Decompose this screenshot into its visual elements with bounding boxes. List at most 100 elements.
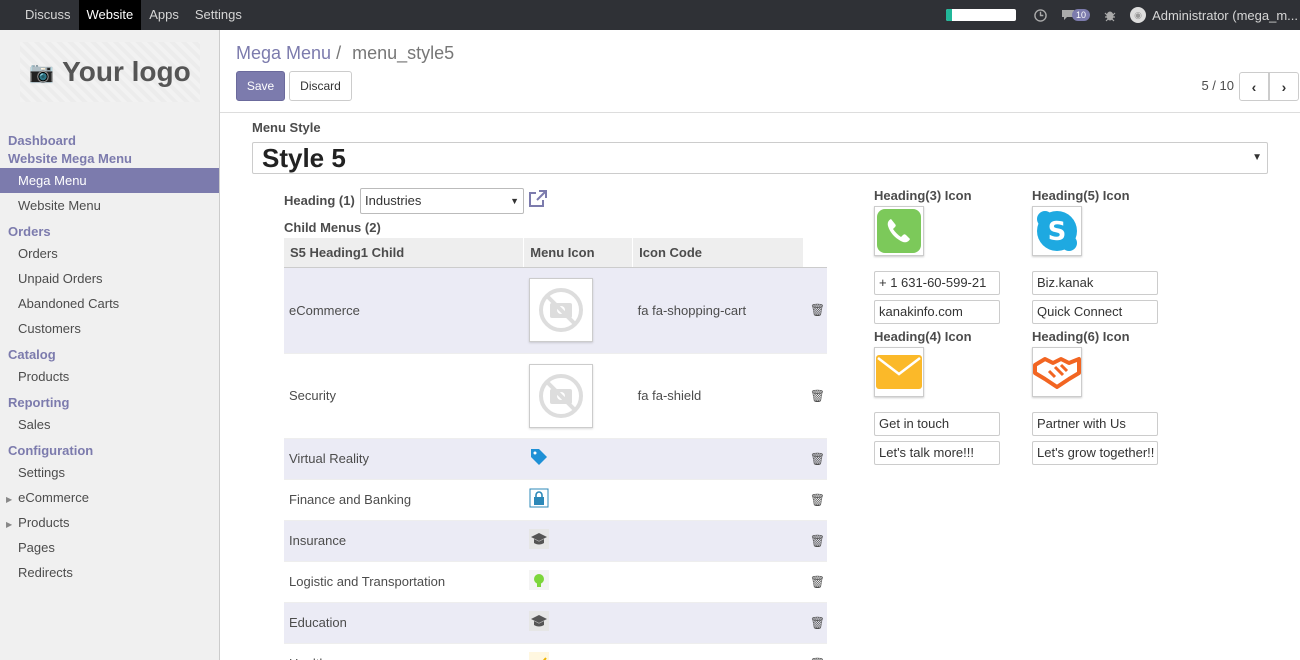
sidebar-item-sales[interactable]: Sales <box>0 412 219 437</box>
sidebar-item-abandoned-carts[interactable]: Abandoned Carts <box>0 291 219 316</box>
avatar[interactable]: ◉ <box>1130 7 1147 23</box>
lock-icon <box>529 488 549 508</box>
sidebar-item-settings[interactable]: Settings <box>0 460 219 485</box>
menu-settings[interactable]: Settings <box>187 0 250 30</box>
heading3-phone-field[interactable]: + 1 631-60-599-21 <box>874 271 1000 295</box>
sidebar-head-website-mega-menu[interactable]: Website Mega Menu <box>0 150 219 168</box>
discard-button[interactable]: Discard <box>289 71 352 101</box>
row-name: Education <box>284 602 524 644</box>
menu-website[interactable]: Website <box>78 0 142 30</box>
sidebar-item-config-products[interactable]: ▶ Products <box>0 510 219 535</box>
breadcrumb-parent[interactable]: Mega Menu <box>236 43 331 63</box>
handshake-icon[interactable] <box>1032 347 1082 397</box>
column-header-actions <box>803 238 828 268</box>
row-name: Finance and Banking <box>284 479 524 521</box>
heading4-icon-label: Heading(4) Icon <box>874 329 972 344</box>
pager-next-button[interactable]: › <box>1269 72 1299 101</box>
onboarding-progress[interactable] <box>946 9 1017 21</box>
trash-icon[interactable]: 🗑 <box>803 267 827 354</box>
row-icon-code: fa fa-shield <box>632 353 804 439</box>
heading6-partner-field[interactable]: Partner with Us <box>1032 412 1158 436</box>
form-view: Menu Style Style 5 ▼ Heading (1) Industr… <box>220 113 1300 660</box>
heading5-quick-connect-field[interactable]: Quick Connect <box>1032 300 1158 324</box>
sidebar-item-products[interactable]: Products <box>0 364 219 389</box>
heading3-website-field[interactable]: kanakinfo.com <box>874 300 1000 324</box>
chat-count-badge: 10 <box>1072 9 1091 21</box>
sidebar-item-unpaid-orders[interactable]: Unpaid Orders <box>0 266 219 291</box>
table-row[interactable]: Insurance 🗑 <box>284 520 827 562</box>
sidebar-item-ecommerce[interactable]: ▶ eCommerce <box>0 485 219 510</box>
chat-icon[interactable]: 10 <box>1061 9 1091 21</box>
chart-icon <box>528 652 549 660</box>
menu-style-select[interactable]: Style 5 ▼ <box>252 142 1268 174</box>
trash-icon[interactable]: 🗑 <box>803 643 827 660</box>
trash-icon[interactable]: 🗑 <box>803 479 827 521</box>
column-header-icon-code[interactable]: Icon Code <box>632 238 804 268</box>
sidebar-head-catalog[interactable]: Catalog <box>0 346 219 364</box>
table-row[interactable]: Healthcare 🗑 <box>284 643 827 660</box>
sidebar-head-orders[interactable]: Orders <box>0 223 219 241</box>
row-icon-code <box>632 602 804 644</box>
sidebar-item-orders[interactable]: Orders <box>0 241 219 266</box>
menu-discuss[interactable]: Discuss <box>17 0 79 30</box>
sidebar-item-website-menu[interactable]: Website Menu <box>0 193 219 218</box>
column-header-menu-icon[interactable]: Menu Icon <box>523 238 634 268</box>
row-name: Security <box>284 353 524 439</box>
top-navbar: Discuss Website Apps Settings 10 ◉ Admin… <box>0 0 1300 30</box>
row-name: Healthcare <box>284 643 524 660</box>
table-row[interactable]: Security fa fa-shield 🗑 <box>284 353 827 439</box>
lightbulb-icon <box>528 570 549 590</box>
menu-style-label: Menu Style <box>252 120 321 135</box>
menu-style-value: Style 5 <box>262 143 346 173</box>
trash-icon[interactable]: 🗑 <box>803 561 827 603</box>
clock-icon[interactable] <box>1034 8 1047 22</box>
save-button[interactable]: Save <box>236 71 285 101</box>
trash-icon[interactable]: 🗑 <box>803 520 827 562</box>
camera-icon: 📷 <box>29 61 55 84</box>
heading4-get-in-touch-field[interactable]: Get in touch <box>874 412 1000 436</box>
pager-previous-button[interactable]: ‹ <box>1239 72 1269 101</box>
sidebar-item-mega-menu[interactable]: Mega Menu <box>0 168 219 193</box>
table-row[interactable]: Virtual Reality 🗑 <box>284 438 827 480</box>
bug-icon[interactable] <box>1104 9 1116 22</box>
heading5-skype-field[interactable]: Biz.kanak <box>1032 271 1158 295</box>
sidebar-head-reporting[interactable]: Reporting <box>0 394 219 412</box>
row-icon-code <box>632 520 804 562</box>
sidebar-head-configuration[interactable]: Configuration <box>0 442 219 460</box>
row-name: eCommerce <box>284 267 524 354</box>
mail-icon[interactable] <box>874 347 924 397</box>
sidebar-item-redirects[interactable]: Redirects <box>0 560 219 585</box>
svg-text:S: S <box>1048 217 1067 247</box>
row-icon-code <box>632 643 804 660</box>
row-icon-code <box>632 438 804 480</box>
heading6-grow-together-field[interactable]: Let's grow together!! <box>1032 441 1158 465</box>
trash-icon[interactable]: 🗑 <box>803 438 827 480</box>
menu-apps[interactable]: Apps <box>141 0 187 30</box>
chevron-left-icon: ‹ <box>1251 78 1257 95</box>
skype-icon[interactable]: S <box>1032 206 1082 256</box>
sidebar-head-dashboard[interactable]: Dashboard <box>0 132 219 150</box>
sidebar-item-pages[interactable]: Pages <box>0 535 219 560</box>
user-menu[interactable]: Administrator (mega_m... <box>1152 8 1300 23</box>
trash-icon[interactable]: 🗑 <box>803 602 827 644</box>
table-row[interactable]: Finance and Banking 🗑 <box>284 479 827 521</box>
phone-icon[interactable] <box>874 206 924 256</box>
table-row[interactable]: Logistic and Transportation 🗑 <box>284 561 827 603</box>
caret-right-icon: ▶ <box>6 495 13 504</box>
external-link-icon[interactable] <box>528 190 547 213</box>
column-header-child[interactable]: S5 Heading1 Child <box>284 238 525 268</box>
heading1-select[interactable]: Industries ▼ <box>360 188 524 214</box>
logo-text: Your logo <box>62 56 191 87</box>
heading4-talk-more-field[interactable]: Let's talk more!!! <box>874 441 1000 465</box>
caret-down-icon: ▼ <box>510 196 519 206</box>
chevron-right-icon: › <box>1281 78 1287 95</box>
table-row[interactable]: Education 🗑 <box>284 602 827 644</box>
table-row[interactable]: eCommerce fa fa-shopping-cart 🗑 <box>284 267 827 354</box>
row-name: Logistic and Transportation <box>284 561 524 603</box>
sidebar: 📷 Your logo Dashboard Website Mega Menu … <box>0 30 220 660</box>
trash-icon[interactable]: 🗑 <box>803 353 827 439</box>
sidebar-item-customers[interactable]: Customers <box>0 316 219 341</box>
row-icon-code <box>632 479 804 521</box>
company-logo[interactable]: 📷 Your logo <box>20 42 200 102</box>
heading1-value: Industries <box>365 193 422 208</box>
